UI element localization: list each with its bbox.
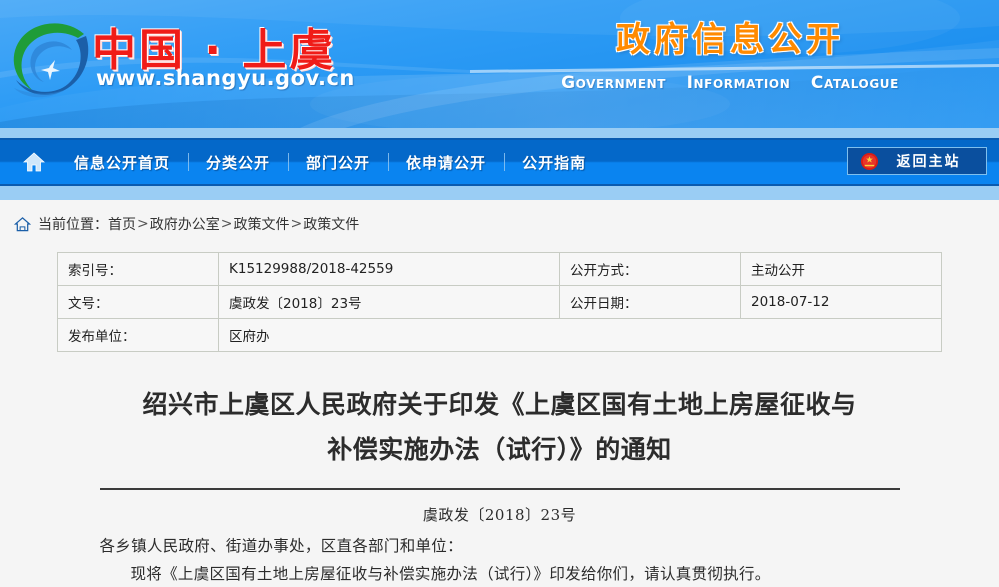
site-url: www.shangyu.gov.cn	[96, 66, 355, 90]
meta-value-disclosure-method: 主动公开	[740, 252, 942, 286]
home-outline-icon	[14, 216, 31, 231]
document-metadata-table: 索引号： K15129988/2018-42559 公开方式： 主动公开 文号：…	[57, 252, 942, 352]
gov-title-en-word-2: Information	[686, 73, 791, 93]
table-row: 文号： 虞政发〔2018〕23号 公开日期： 2018-07-12	[57, 285, 942, 319]
doc-paragraph-1: 现将《上虞区国有土地上房屋征收与补偿实施办法（试行）》印发给你们，请认真贯彻执行…	[130, 565, 771, 583]
gov-info-disclosure-title-en: Government Information Catalogue	[520, 73, 940, 93]
banner-right-titles: 政府信息公开 Government Information Catalogue	[520, 12, 940, 93]
table-row: 索引号： K15129988/2018-42559 公开方式： 主动公开	[57, 252, 942, 286]
breadcrumb: 当前位置： 首页 > 政府办公室 > 政策文件 > 政策文件	[0, 200, 999, 244]
return-to-main-site-button[interactable]: 返回主站	[847, 147, 987, 175]
breadcrumb-label: 当前位置：	[38, 217, 108, 233]
gov-title-en-word-3: Catalogue	[810, 73, 899, 93]
gov-info-disclosure-title-cn: 政府信息公开	[616, 20, 844, 60]
page-title: 绍兴市上虞区人民政府关于印发《上虞区国有土地上房屋征收与 补偿实施办法（试行）》…	[120, 382, 880, 472]
page-content: 当前位置： 首页 > 政府办公室 > 政策文件 > 政策文件 索引号： K151…	[0, 200, 999, 587]
meta-value-index-number: K15129988/2018-42559	[218, 252, 560, 286]
nav-home-button[interactable]	[12, 140, 56, 184]
home-icon	[23, 152, 45, 172]
nav-item-info-disclosure-home[interactable]: 信息公开首页	[56, 152, 188, 173]
gov-title-en-word-1: Government	[561, 73, 667, 93]
site-banner: 中国 · 上虞 www.shangyu.gov.cn 政府信息公开 Govern…	[0, 0, 999, 128]
logo-icon	[13, 23, 89, 98]
doc-paragraph-salutation: 各乡镇人民政府、街道办事处，区直各部门和单位：	[99, 537, 463, 555]
breadcrumb-separator-2: >	[220, 216, 233, 232]
document-body: 各乡镇人民政府、街道办事处，区直各部门和单位： 现将《上虞区国有土地上房屋征收与…	[100, 533, 900, 587]
nav-item-disclosure-guide[interactable]: 公开指南	[504, 152, 604, 173]
breadcrumb-item-3[interactable]: 政策文件	[233, 214, 289, 234]
meta-key-document-number: 文号：	[57, 285, 219, 319]
meta-key-disclosure-method: 公开方式：	[559, 252, 741, 286]
nav-item-on-request-disclosure[interactable]: 依申请公开	[388, 152, 504, 173]
shangyu-swirl-logo[interactable]	[6, 14, 98, 106]
title-divider	[99, 488, 900, 490]
table-row: 发布单位： 区府办	[57, 318, 942, 352]
breadcrumb-item-1[interactable]: 首页	[108, 214, 136, 234]
meta-key-index-number: 索引号：	[57, 252, 219, 286]
breadcrumb-separator-1: >	[137, 216, 149, 232]
document-number: 虞政发〔2018〕23号	[422, 506, 577, 524]
meta-value-document-number: 虞政发〔2018〕23号	[218, 285, 560, 319]
meta-value-issuing-unit: 区府办	[218, 318, 942, 352]
doc-title-line-1: 绍兴市上虞区人民政府关于印发《上虞区国有土地上房屋征收与	[142, 390, 857, 419]
national-emblem-icon	[860, 152, 879, 170]
breadcrumb-item-4[interactable]: 政策文件	[303, 214, 359, 234]
meta-value-disclosure-date: 2018-07-12	[740, 285, 942, 319]
doc-title-line-2: 补偿实施办法（试行）》的通知	[327, 435, 672, 464]
nav-item-category-disclosure[interactable]: 分类公开	[188, 152, 288, 173]
breadcrumb-item-2[interactable]: 政府办公室	[150, 214, 220, 234]
meta-key-disclosure-date: 公开日期：	[559, 285, 741, 319]
return-button-label: 返回主站	[896, 154, 961, 170]
main-navigation: 信息公开首页 分类公开 部门公开 依申请公开 公开指南 返回主站	[0, 128, 999, 200]
nav-item-list: 信息公开首页 分类公开 部门公开 依申请公开 公开指南	[12, 138, 604, 186]
breadcrumb-separator-3: >	[290, 216, 303, 232]
meta-key-issuing-unit: 发布单位：	[57, 318, 219, 352]
nav-item-department-disclosure[interactable]: 部门公开	[288, 152, 388, 173]
